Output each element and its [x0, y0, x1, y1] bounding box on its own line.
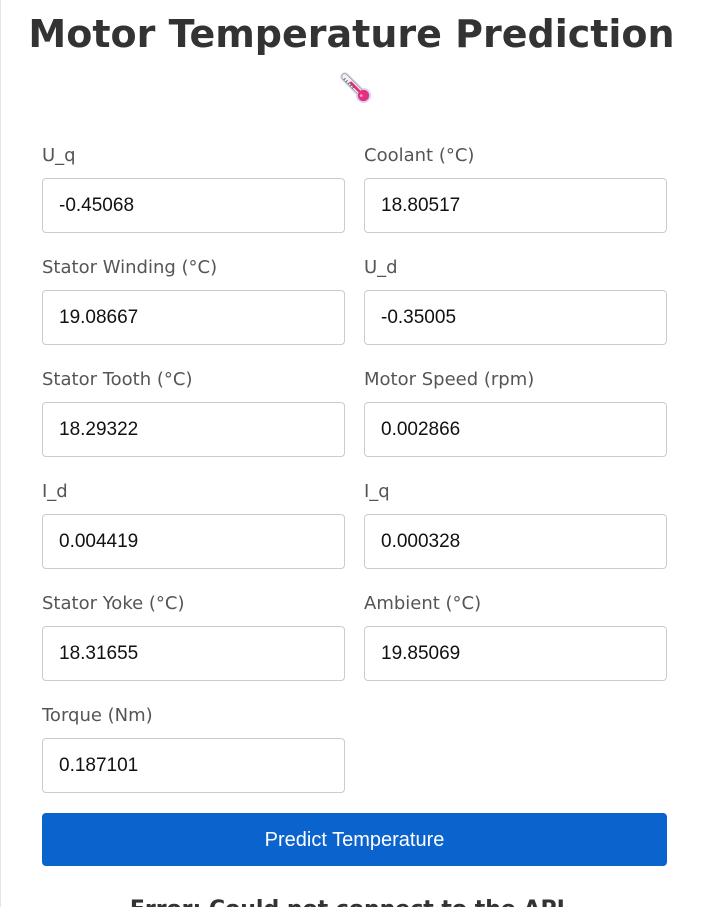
u-d-input[interactable]: [364, 290, 667, 345]
field-label-u-q: U_q: [42, 145, 76, 166]
thermometer-icon: [335, 66, 375, 108]
field-label-stator-tooth: Stator Tooth (°C): [42, 369, 193, 390]
field-label-u-d: U_d: [364, 257, 398, 278]
torque-input[interactable]: [42, 738, 345, 793]
stator-yoke-input[interactable]: [42, 626, 345, 681]
error-message: Error: Could not connect to the API.: [1, 896, 701, 907]
field-label-stator-yoke: Stator Yoke (°C): [42, 593, 185, 614]
page: Motor Temperature Prediction U_q -0.4506…: [0, 0, 701, 907]
field-label-coolant: Coolant (°C): [364, 145, 475, 166]
i-d-input[interactable]: [42, 514, 345, 569]
motor-speed-input[interactable]: [364, 402, 667, 457]
field-label-i-q: I_q: [364, 481, 390, 502]
field-label-torque: Torque (Nm): [42, 705, 153, 726]
coolant-input[interactable]: [364, 178, 667, 233]
stator-winding-input[interactable]: [42, 290, 345, 345]
field-label-i-d: I_d: [42, 481, 68, 502]
field-label-ambient: Ambient (°C): [364, 593, 482, 614]
i-q-input[interactable]: [364, 514, 667, 569]
field-label-motor-speed: Motor Speed (rpm): [364, 369, 535, 390]
predict-temperature-button[interactable]: Predict Temperature: [42, 813, 667, 866]
field-label-stator-winding: Stator Winding (°C): [42, 257, 218, 278]
ambient-input[interactable]: [364, 626, 667, 681]
stator-tooth-input[interactable]: [42, 402, 345, 457]
u-q-input[interactable]: [42, 178, 345, 233]
page-title: Motor Temperature Prediction: [28, 12, 675, 56]
